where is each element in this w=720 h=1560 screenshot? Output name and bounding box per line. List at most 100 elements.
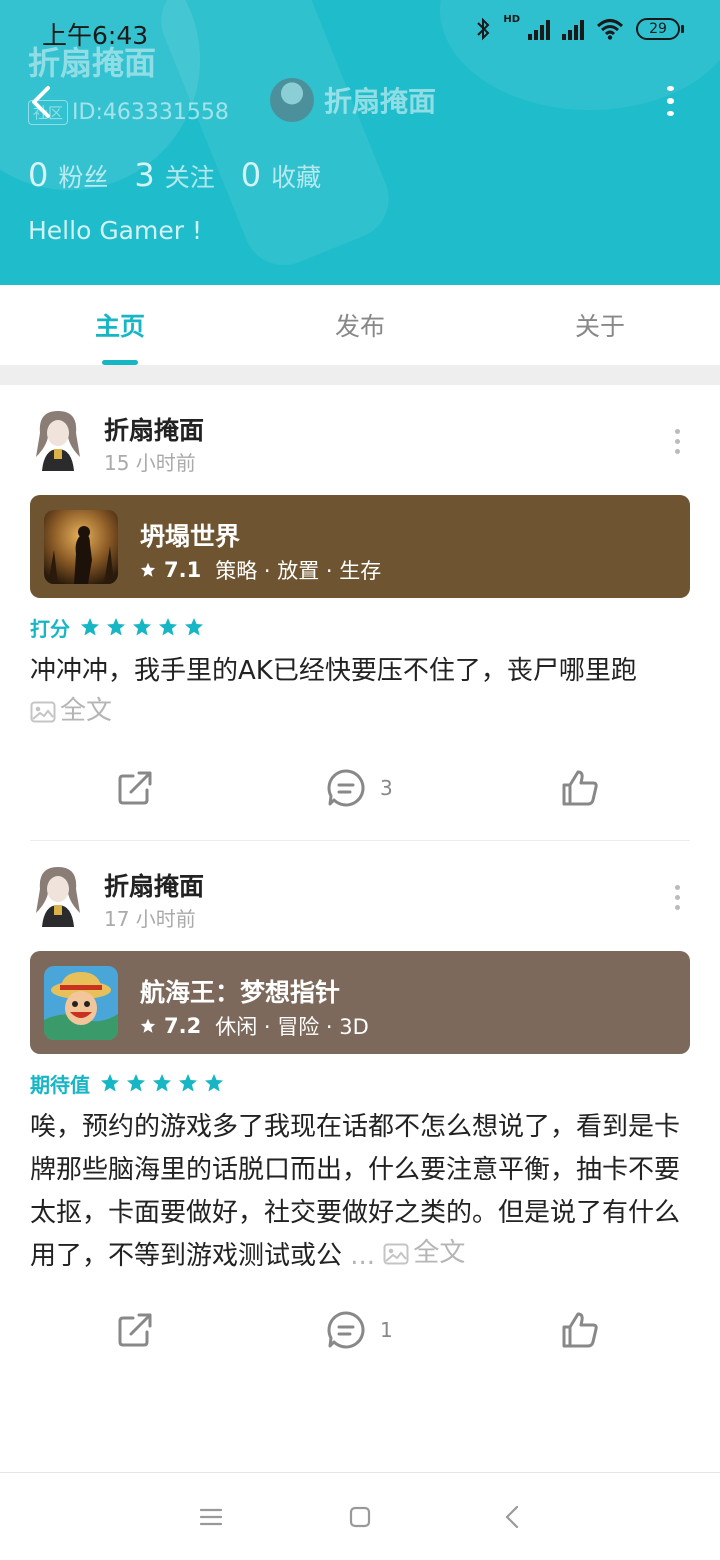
- full-text-link[interactable]: 全文: [30, 690, 112, 733]
- stat-number: 0: [28, 156, 49, 194]
- image-icon: [383, 1243, 409, 1264]
- star-icon: [81, 618, 99, 636]
- post-header: 折扇掩面 15 小时前: [0, 385, 720, 495]
- share-button[interactable]: [115, 1310, 155, 1350]
- star-icon: [101, 1074, 119, 1092]
- tab-about[interactable]: 关于: [480, 285, 720, 365]
- chevron-left-icon: [32, 86, 50, 118]
- like-icon: [562, 770, 598, 806]
- profile-header: 上午6:43 HD 29 折扇掩面 社区 ID:463331558 折扇掩面 0…: [0, 0, 720, 285]
- rating-row: 期待值: [30, 1068, 690, 1098]
- more-vertical-icon: [666, 86, 674, 92]
- post-more-button[interactable]: [675, 429, 680, 454]
- tab-posts[interactable]: 发布: [240, 285, 480, 365]
- cell-signal-icon: [562, 18, 584, 40]
- post-actions: 1: [0, 1278, 720, 1382]
- system-nav-bar: [0, 1472, 720, 1560]
- like-icon: [562, 1312, 598, 1348]
- system-back-button[interactable]: [496, 1501, 528, 1533]
- profile-tabs: 主页 发布 关于: [0, 285, 720, 365]
- section-divider: [0, 365, 720, 385]
- more-vertical-icon: [675, 885, 680, 890]
- share-icon: [118, 1313, 152, 1347]
- star-icon: [185, 618, 203, 636]
- menu-icon: [199, 1508, 223, 1526]
- game-score: 7.2: [164, 1014, 202, 1038]
- stat-number: 3: [134, 156, 155, 194]
- like-button[interactable]: [560, 768, 600, 808]
- stat-followers[interactable]: 0 粉丝: [28, 156, 108, 194]
- avatar[interactable]: [30, 407, 86, 471]
- status-icons: HD 29: [475, 13, 684, 42]
- home-square-icon: [349, 1506, 371, 1528]
- star-icon: [107, 618, 125, 636]
- stat-favorites[interactable]: 0 收藏: [241, 156, 321, 194]
- game-name: 坍塌世界: [140, 522, 241, 551]
- post-actions: 3: [0, 736, 720, 840]
- rating-row: 打分: [30, 612, 690, 642]
- post-body: 冲冲冲，我手里的AK已经快要压不住了，丧尸哪里跑: [30, 656, 637, 686]
- star-icon: [140, 1018, 156, 1033]
- full-text-label: 全文: [60, 696, 113, 726]
- hd-label: HD: [503, 13, 520, 25]
- cell-signal-icon: [528, 18, 550, 40]
- share-button[interactable]: [115, 768, 155, 808]
- comment-button[interactable]: 1: [326, 1310, 393, 1350]
- back-button[interactable]: [26, 82, 56, 122]
- stat-number: 0: [240, 156, 262, 194]
- post-author[interactable]: 折扇掩面: [104, 411, 204, 447]
- like-button[interactable]: [560, 1310, 600, 1350]
- post-header: 折扇掩面 17 小时前: [0, 841, 720, 951]
- profile-id: 社区 ID:463331558: [28, 100, 229, 125]
- profile-name-large: 折扇掩面: [28, 44, 157, 82]
- game-meta: 7.1 策略 · 放置 · 生存: [140, 555, 381, 585]
- tab-home[interactable]: 主页: [0, 285, 240, 365]
- stat-label: 粉丝: [58, 163, 109, 192]
- post-card: 折扇掩面 17 小时前 航海王：梦想指针 7.2 休闲 · 冒险 · 3D 期待…: [0, 841, 720, 1382]
- star-icon: [153, 1074, 171, 1092]
- comment-icon: [327, 769, 365, 807]
- profile-bio: Hello Gamer !: [28, 216, 202, 245]
- star-icon: [133, 618, 151, 636]
- star-icon: [179, 1074, 197, 1092]
- rating-label: 打分: [30, 616, 70, 641]
- battery-icon: 29: [636, 18, 684, 40]
- game-meta: 7.2 休闲 · 冒险 · 3D: [140, 1011, 369, 1041]
- game-tags: 休闲 · 冒险 · 3D: [215, 1015, 369, 1039]
- game-icon-one-piece: [44, 966, 118, 1040]
- stat-following[interactable]: 3 关注: [134, 156, 214, 194]
- stat-label: 关注: [164, 163, 215, 192]
- game-card[interactable]: 坍塌世界 7.1 策略 · 放置 · 生存: [30, 495, 690, 598]
- game-icon-collapse-world: [44, 510, 118, 584]
- recent-apps-button[interactable]: [195, 1501, 227, 1533]
- post-time: 15 小时前: [104, 451, 196, 475]
- rating-label: 期待值: [30, 1072, 90, 1097]
- post-text[interactable]: 唉，预约的游戏多了我现在话都不怎么想说了，看到是卡牌那些脑海里的话脱口而出，什么…: [30, 1106, 690, 1278]
- post-card: 折扇掩面 15 小时前 坍塌世界 7.1 策略 · 放置 · 生存 打分 冲冲冲…: [0, 385, 720, 841]
- profile-stats: 0 粉丝 3 关注 0 收藏: [28, 156, 321, 194]
- wifi-icon: [596, 19, 624, 40]
- star-icon: [205, 1074, 223, 1092]
- full-text-link[interactable]: 全文: [383, 1232, 465, 1275]
- home-button[interactable]: [344, 1501, 376, 1533]
- stat-label: 收藏: [271, 163, 322, 192]
- game-card[interactable]: 航海王：梦想指针 7.2 休闲 · 冒险 · 3D: [30, 951, 690, 1054]
- post-time: 17 小时前: [104, 907, 196, 931]
- post-more-button[interactable]: [675, 885, 680, 910]
- avatar[interactable]: [30, 863, 86, 927]
- game-name: 航海王：梦想指针: [140, 978, 341, 1007]
- comment-button[interactable]: 3: [326, 768, 393, 808]
- comment-count: 3: [380, 776, 393, 800]
- comment-count: 1: [380, 1318, 393, 1342]
- header-username: 折扇掩面: [324, 85, 437, 118]
- post-author[interactable]: 折扇掩面: [104, 867, 204, 903]
- post-text[interactable]: 冲冲冲，我手里的AK已经快要压不住了，丧尸哪里跑 全文: [30, 650, 690, 736]
- more-vertical-icon: [675, 429, 680, 434]
- comment-icon: [327, 1311, 365, 1349]
- header-user[interactable]: 折扇掩面: [270, 78, 436, 122]
- post-ellipsis: ...: [350, 1241, 376, 1271]
- more-options-button[interactable]: [660, 86, 680, 116]
- bluetooth-icon: [477, 17, 490, 41]
- post-feed: 折扇掩面 15 小时前 坍塌世界 7.1 策略 · 放置 · 生存 打分 冲冲冲…: [0, 385, 720, 1382]
- star-icon: [127, 1074, 145, 1092]
